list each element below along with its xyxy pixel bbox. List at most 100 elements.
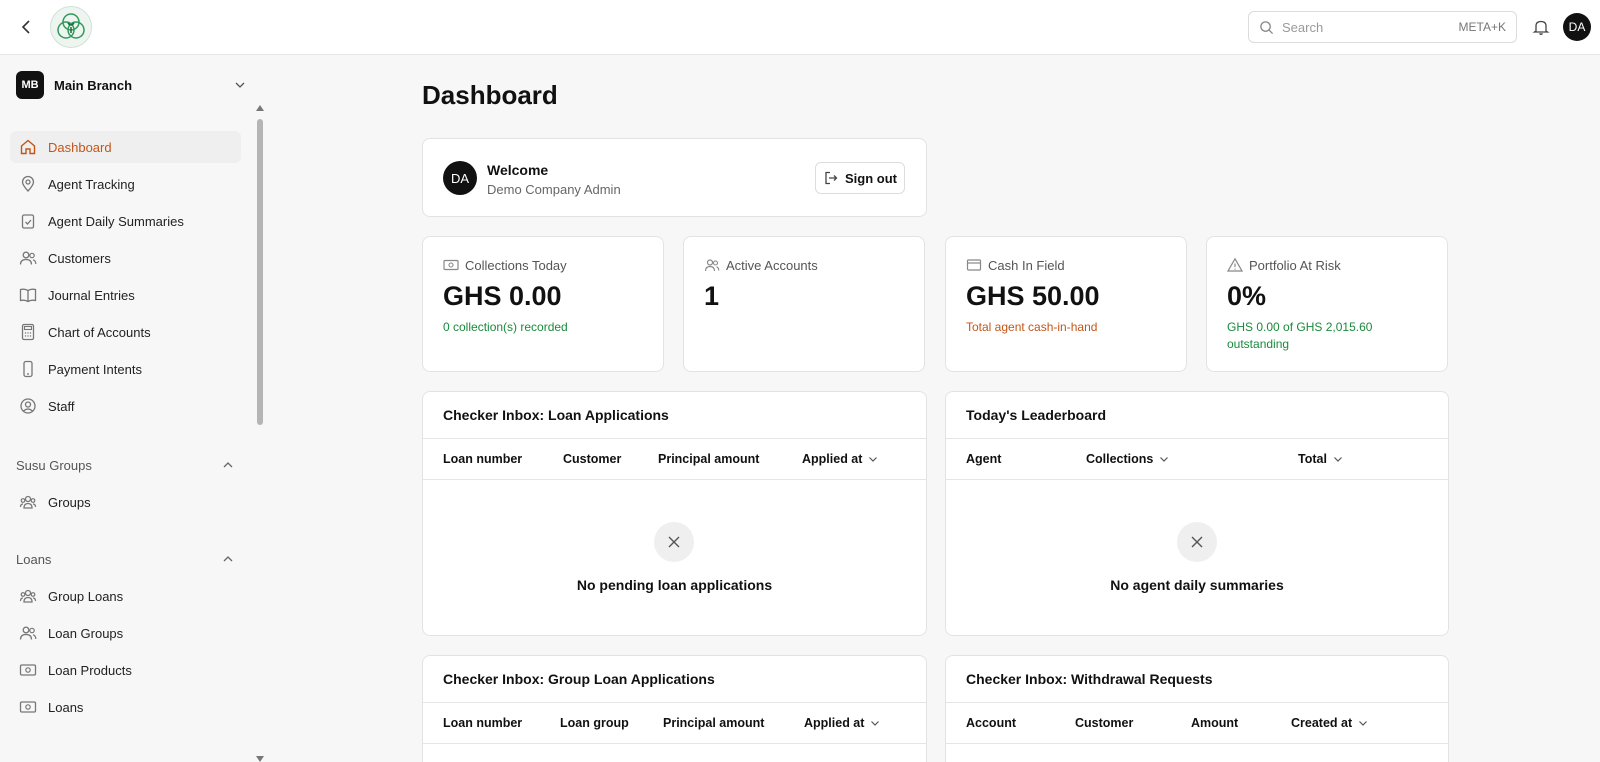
column-header: Principal amount (658, 452, 760, 466)
stat-subtext: 0 collection(s) recorded (443, 320, 568, 334)
panel-title: Checker Inbox: Loan Applications (443, 407, 669, 423)
sidebar-item-agent-daily-summaries[interactable]: Agent Daily Summaries (10, 205, 241, 237)
close-icon (1177, 522, 1217, 562)
sign-out-label: Sign out (845, 170, 897, 186)
withdrawal-requests-panel: Checker Inbox: Withdrawal Requests Accou… (945, 655, 1449, 762)
column-header-sortable[interactable]: Applied at (802, 452, 878, 466)
stat-value: 0% (1227, 281, 1267, 311)
sidebar-item-label: Staff (48, 398, 75, 414)
sign-out-button[interactable]: Sign out (815, 162, 905, 194)
stat-value: GHS 50.00 (966, 281, 1100, 311)
wallet-icon (966, 257, 982, 273)
section-susu-groups[interactable]: Susu Groups (16, 455, 234, 475)
sidebar-item-label: Journal Entries (48, 287, 135, 303)
sidebar-item-label: Dashboard (48, 139, 112, 155)
alert-triangle-icon (1227, 257, 1243, 273)
app-logo[interactable] (50, 6, 92, 48)
scroll-thumb[interactable] (257, 119, 263, 425)
chevron-down-icon (1358, 718, 1368, 728)
column-header: Loan number (443, 716, 523, 730)
column-header: Customer (563, 452, 622, 466)
column-header-sortable[interactable]: Collections (1086, 452, 1169, 466)
calculator-icon (18, 322, 38, 342)
banknote-icon (18, 660, 38, 680)
sidebar-item-group-loans[interactable]: Group Loans (10, 580, 241, 612)
chevron-down-icon (235, 82, 245, 88)
sidebar-item-loan-groups[interactable]: Loan Groups (10, 617, 241, 649)
sidebar-item-dashboard[interactable]: Dashboard (10, 131, 241, 163)
sidebar-item-payment-intents[interactable]: Payment Intents (10, 353, 241, 385)
sidebar-item-label: Groups (48, 494, 91, 510)
user-circle-icon (18, 396, 38, 416)
branch-badge: MB (16, 71, 44, 99)
column-header-sortable[interactable]: Applied at (804, 716, 880, 730)
sidebar-item-label: Chart of Accounts (48, 324, 151, 340)
column-header-label: Applied at (804, 716, 865, 730)
search-input[interactable]: Search META+K (1248, 11, 1517, 43)
smartphone-icon (18, 359, 38, 379)
top-bar: Search META+K DA (0, 0, 1600, 55)
scroll-up-arrow[interactable] (256, 105, 264, 111)
stat-label: Cash In Field (988, 257, 1065, 273)
search-shortcut: META+K (1458, 20, 1506, 34)
sidebar-item-journal-entries[interactable]: Journal Entries (10, 279, 241, 311)
section-label: Susu Groups (16, 457, 92, 473)
section-label: Loans (16, 551, 52, 567)
search-icon (1260, 20, 1274, 34)
sidebar-item-label: Group Loans (48, 588, 124, 604)
sidebar-item-chart-of-accounts[interactable]: Chart of Accounts (10, 316, 241, 348)
sidebar-item-staff[interactable]: Staff (10, 390, 241, 422)
column-header-label: Created at (1291, 716, 1353, 730)
panel-title: Today's Leaderboard (966, 407, 1106, 423)
column-header-sortable[interactable]: Total (1298, 452, 1343, 466)
search-placeholder: Search (1282, 19, 1324, 35)
column-header-label: Applied at (802, 452, 863, 466)
log-out-icon (823, 170, 839, 186)
column-header: Amount (1191, 716, 1239, 730)
home-icon (18, 137, 38, 157)
stat-label: Portfolio At Risk (1249, 257, 1341, 273)
avatar: DA (443, 161, 477, 195)
sidebar-item-loans[interactable]: Loans (10, 691, 241, 723)
branch-name: Main Branch (54, 77, 133, 93)
column-header-label: Collections (1086, 452, 1154, 466)
section-loans[interactable]: Loans (16, 549, 234, 569)
stat-card-portfolio-at-risk: Portfolio At Risk 0% GHS 0.00 of GHS 2,0… (1206, 236, 1448, 372)
loan-applications-panel: Checker Inbox: Loan Applications Loan nu… (422, 391, 927, 636)
sidebar-item-loan-products[interactable]: Loan Products (10, 654, 241, 686)
chevron-down-icon (868, 454, 878, 464)
book-open-icon (18, 285, 38, 305)
users-icon (704, 257, 720, 273)
sidebar: MB Main Branch Dashboard Agent Tracking … (0, 55, 268, 762)
map-pin-icon (18, 174, 38, 194)
stat-label: Collections Today (465, 257, 567, 273)
notifications-button[interactable] (1530, 16, 1552, 38)
back-button[interactable] (14, 14, 40, 40)
column-header: Agent (966, 452, 1002, 466)
sidebar-item-label: Agent Daily Summaries (48, 213, 184, 229)
sidebar-item-label: Loan Products (48, 662, 132, 678)
table-header: Loan number Customer Principal amount Ap… (423, 438, 926, 480)
sidebar-item-customers[interactable]: Customers (10, 242, 241, 274)
chevron-up-icon (223, 462, 233, 468)
empty-state-text: No agent daily summaries (1110, 577, 1284, 593)
sidebar-item-label: Loan Groups (48, 625, 124, 641)
chevron-left-icon (21, 20, 30, 34)
sidebar-scrollbar[interactable] (256, 105, 264, 762)
empty-state-text: No pending loan applications (576, 577, 773, 593)
table-header: Loan number Loan group Principal amount … (423, 702, 926, 744)
clipboard-check-icon (18, 211, 38, 231)
sidebar-item-agent-tracking[interactable]: Agent Tracking (10, 168, 241, 200)
avatar[interactable]: DA (1563, 13, 1591, 41)
close-icon (654, 522, 694, 562)
branch-selector[interactable]: MB Main Branch (16, 70, 246, 100)
panel-title: Checker Inbox: Withdrawal Requests (966, 671, 1213, 687)
sidebar-item-groups[interactable]: Groups (10, 486, 241, 518)
scroll-down-arrow[interactable] (256, 756, 264, 762)
user-group-icon (18, 586, 38, 606)
user-role: Demo Company Admin (487, 182, 621, 197)
stat-card-active-accounts: Active Accounts 1 (683, 236, 925, 372)
column-header-label: Total (1298, 452, 1327, 466)
banknote-icon (18, 697, 38, 717)
column-header-sortable[interactable]: Created at (1291, 716, 1368, 730)
